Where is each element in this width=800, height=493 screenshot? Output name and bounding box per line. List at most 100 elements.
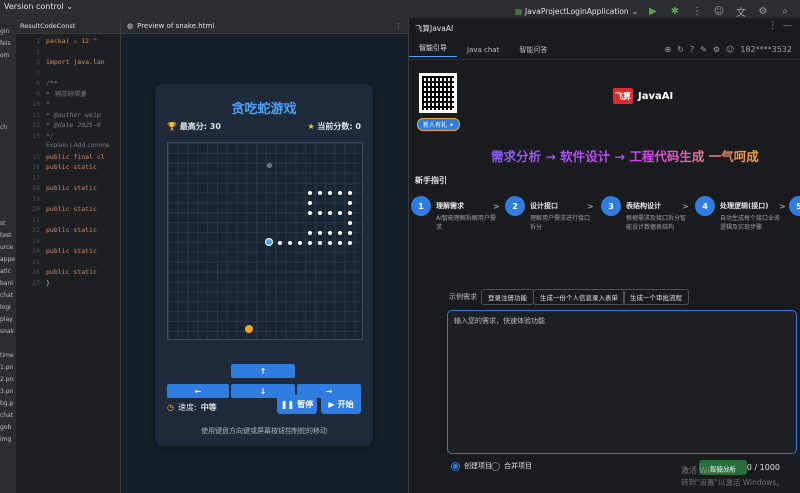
preview-tab[interactable]: ◍ Preview of snake.html ⋮ [121, 18, 408, 34]
project-tree-item[interactable]: 3.pn [0, 386, 16, 398]
code-line[interactable]: 12 * @date 2025-0 [16, 120, 120, 131]
project-tree-item[interactable]: bani [0, 278, 16, 290]
project-tree-item[interactable]: om [0, 50, 16, 62]
radio-merge-project[interactable]: 合并项目 [491, 461, 532, 471]
code-line[interactable]: 27} [16, 278, 120, 289]
trophy-icon: 🏆 [167, 122, 177, 131]
project-tree-item[interactable]: chat [0, 410, 16, 422]
project-tree-item[interactable]: time [0, 350, 16, 362]
project-tree-item[interactable]: atic [0, 266, 16, 278]
radio-create-project[interactable]: 创建项目 [451, 461, 492, 471]
code-line[interactable]: 10 * [16, 99, 120, 110]
tab-smart-guide[interactable]: 智能引导 [409, 43, 457, 57]
code-line[interactable]: 9 * 响应码常量 [16, 89, 120, 100]
project-tree-item[interactable]: play [0, 314, 16, 326]
code-line[interactable]: 3 import java.lan [16, 57, 120, 68]
search-icon[interactable]: ⌕ [778, 4, 792, 18]
project-tree-item[interactable]: test [0, 230, 16, 242]
project-tree-item[interactable]: logi [0, 302, 16, 314]
project-tree-item[interactable]: feis [0, 38, 16, 50]
line-text: /** [46, 79, 58, 87]
project-tree-item[interactable] [0, 98, 16, 110]
high-score-value: 30 [209, 122, 221, 131]
requirement-input[interactable]: 输入您的需求，快速体验功能 [447, 310, 797, 454]
settings-icon[interactable]: ⚙ [756, 4, 770, 18]
project-tree-item[interactable] [0, 110, 16, 122]
project-tree-item[interactable]: urce [0, 242, 16, 254]
high-score-label: 最高分: [179, 122, 207, 131]
project-tree-item[interactable] [0, 146, 16, 158]
more-icon[interactable]: ⋮ [690, 4, 704, 18]
project-tree-item[interactable]: img [0, 434, 16, 446]
project-tree-item[interactable] [0, 182, 16, 194]
example-chip-login[interactable]: 登录注册功能 [481, 289, 534, 305]
more-icon[interactable]: ⋮ — [768, 21, 792, 31]
code-line[interactable]: Explain | Add comme [16, 141, 120, 152]
project-tree-item[interactable]: appe [0, 254, 16, 266]
pause-button[interactable]: ❚❚ 暂停 [277, 395, 317, 414]
tab-java-chat[interactable]: Java chat [457, 46, 509, 54]
history-icon[interactable]: ↻ [677, 45, 684, 54]
translate-icon[interactable]: 文 [734, 4, 748, 19]
code-line[interactable]: 22 public static [16, 225, 120, 236]
new-user-badge[interactable]: 新人有礼 ✦ [417, 118, 460, 131]
project-tree-item[interactable] [0, 206, 16, 218]
code-line[interactable]: 11 * @author weip [16, 110, 120, 121]
user-icon[interactable]: ☺ [712, 4, 726, 18]
project-tree-item[interactable]: 2.pn [0, 374, 16, 386]
code-line[interactable]: 2 [16, 47, 120, 58]
code-line[interactable]: 26 public static [16, 267, 120, 278]
tab-smart-qa[interactable]: 智能问答 [509, 45, 557, 55]
project-tree-item[interactable]: ch [0, 122, 16, 134]
left-button[interactable]: ← [167, 384, 229, 398]
project-tree-item[interactable]: bg.p [0, 398, 16, 410]
more-icon[interactable]: ⋮ [395, 22, 402, 30]
user-icon[interactable]: ☺ [726, 45, 734, 54]
project-tree-item[interactable] [0, 74, 16, 86]
start-button[interactable]: ▶ 开始 [321, 395, 361, 414]
code-area[interactable]: 1 packa( ⚠ 12 ^ 2 3 import java.lan 7 8/** 9 * … [16, 36, 120, 288]
vcs-menu[interactable]: Version control ⌄ [4, 2, 73, 11]
code-line[interactable]: 17 [16, 173, 120, 184]
project-tree-item[interactable] [0, 170, 16, 182]
debug-icon[interactable]: ✱ [668, 4, 682, 18]
project-tree-item[interactable]: 1.pn [0, 362, 16, 374]
project-tree-item[interactable] [0, 134, 16, 146]
project-tree-item[interactable] [0, 62, 16, 74]
game-board[interactable] [167, 142, 363, 340]
code-editor[interactable]: ResultCodeConst 1 packa( ⚠ 12 ^ 2 3 import j… [16, 18, 120, 493]
project-tree-item[interactable]: gin [0, 26, 16, 38]
project-tree-item[interactable]: gob [0, 422, 16, 434]
project-tree-item[interactable]: st [0, 218, 16, 230]
code-line[interactable]: 24 public static [16, 246, 120, 257]
code-line[interactable]: 1 packa( ⚠ 12 ^ [16, 36, 120, 47]
code-line[interactable]: 15 public final cl [16, 152, 120, 163]
edit-icon[interactable]: ✎ [700, 45, 707, 54]
code-line[interactable]: 7 [16, 68, 120, 79]
project-tree-item[interactable] [0, 338, 16, 350]
project-tree-item[interactable]: snak [0, 326, 16, 338]
project-tree-item[interactable] [0, 86, 16, 98]
code-line[interactable]: 25 [16, 257, 120, 268]
code-line[interactable]: 13 */ [16, 131, 120, 142]
project-tree-item[interactable] [0, 158, 16, 170]
code-line[interactable]: 8 /** [16, 78, 120, 89]
code-line[interactable]: 19 [16, 194, 120, 205]
up-button[interactable]: ↑ [231, 364, 295, 378]
run-config-selector[interactable]: ▦ JavaProjectLoginApplication ⌄ [515, 7, 638, 16]
project-tree-item[interactable] [0, 194, 16, 206]
add-icon[interactable]: ⊕ [664, 45, 671, 54]
example-chip-form[interactable]: 生成一份个人信息录入表单 [533, 289, 625, 305]
editor-tab[interactable]: ResultCodeConst [16, 22, 79, 30]
code-line[interactable]: 18 public static [16, 183, 120, 194]
code-line[interactable]: 16 public static [16, 162, 120, 173]
settings-icon[interactable]: ⚙ [713, 45, 720, 54]
example-chip-approval[interactable]: 生成一个审批流程 [623, 289, 689, 305]
user-phone[interactable]: 182****3532 [740, 45, 792, 54]
help-icon[interactable]: ? [690, 45, 694, 54]
run-icon[interactable]: ▶ [646, 4, 660, 18]
code-line[interactable]: 23 [16, 236, 120, 247]
code-line[interactable]: 21 [16, 215, 120, 226]
project-tree-item[interactable]: chat [0, 290, 16, 302]
code-line[interactable]: 20 public static [16, 204, 120, 215]
